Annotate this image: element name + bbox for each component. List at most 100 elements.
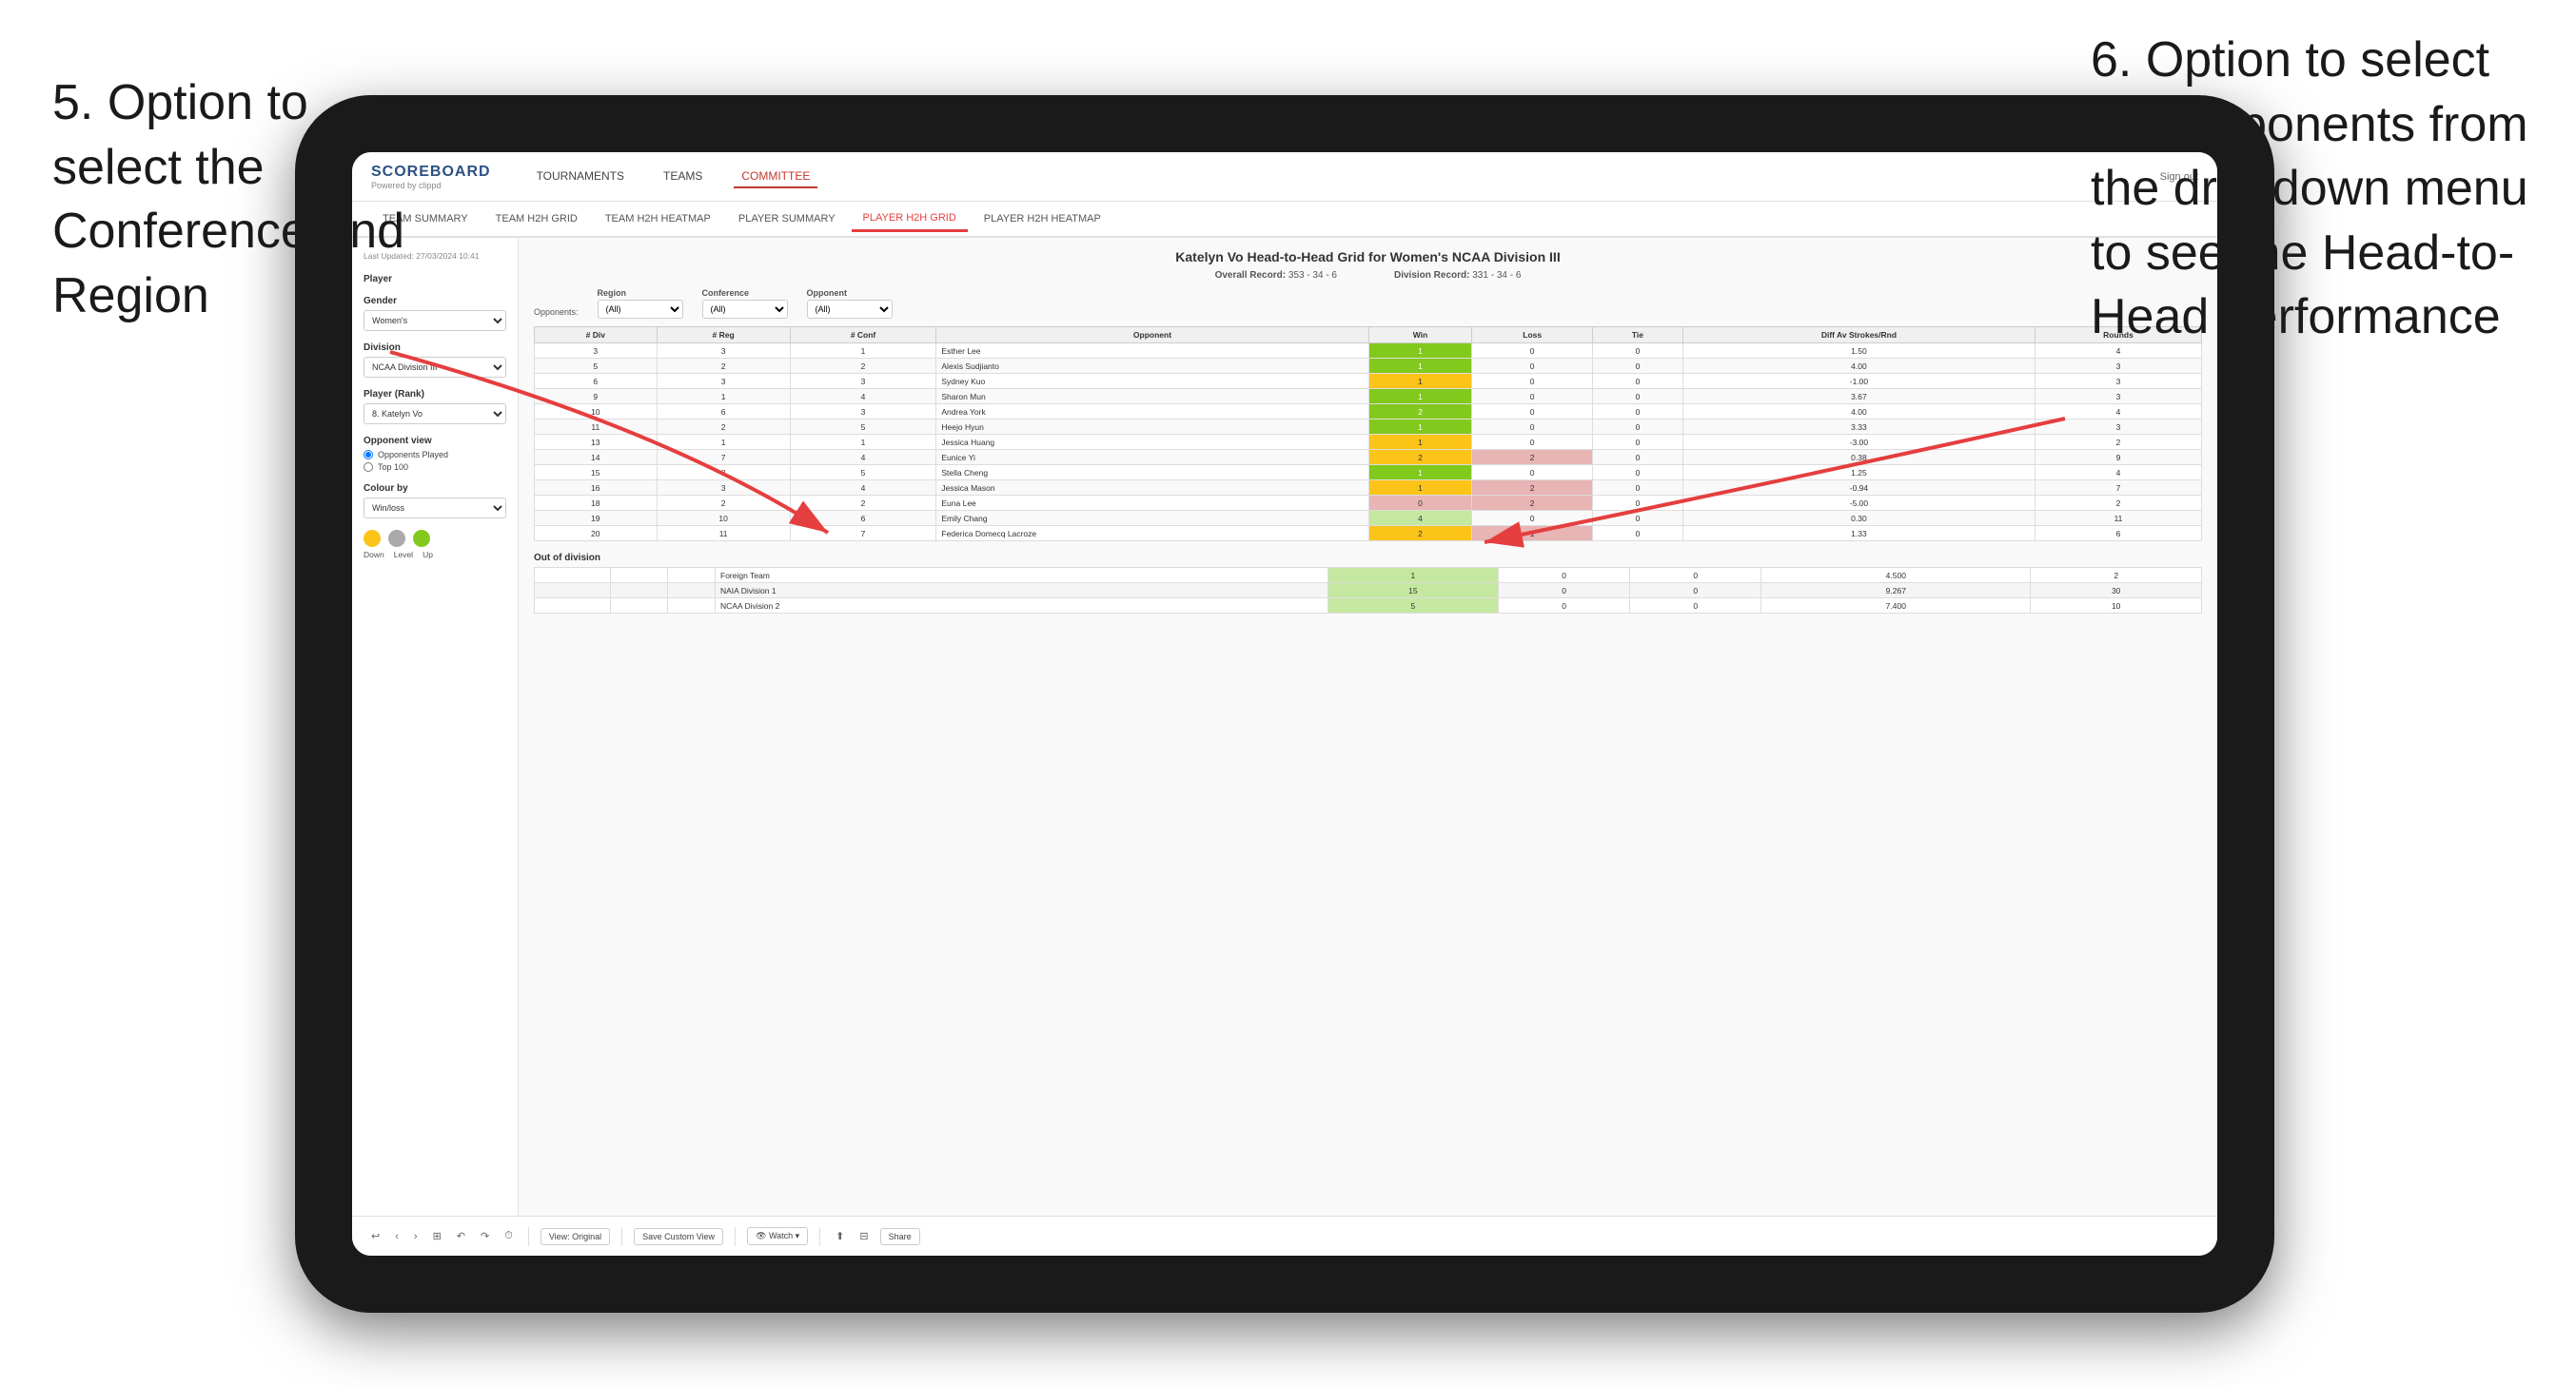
cell-rounds: 11: [2035, 511, 2201, 526]
watch-btn[interactable]: 👁 Watch ▾: [747, 1227, 808, 1245]
annotation-left-text: 5. Option to select the Conference and R…: [52, 75, 404, 323]
cell-conf: 4: [790, 389, 936, 404]
table-row: 18 2 2 Euna Lee 0 2 0 -5.00 2: [535, 496, 2202, 511]
tablet-device: SCOREBOARD Powered by clippd TOURNAMENTS…: [295, 95, 2274, 1313]
cell-diff: -3.00: [1682, 435, 2035, 450]
cell-rounds: 9: [2035, 450, 2201, 465]
subnav-player-h2h-grid[interactable]: PLAYER H2H GRID: [852, 206, 968, 232]
cell-tie: 0: [1592, 496, 1682, 511]
clock-icon[interactable]: ⏱: [501, 1228, 517, 1244]
subnav-player-summary[interactable]: PLAYER SUMMARY: [727, 207, 847, 230]
cell-div: 9: [535, 389, 658, 404]
colour-by-section: Colour by Win/loss: [364, 483, 506, 518]
opponents-played-option[interactable]: Opponents Played: [364, 450, 506, 459]
main-content: Last Updated: 27/03/2024 10:41 Player Ge…: [352, 238, 2217, 1256]
save-custom-view-btn[interactable]: Save Custom View: [634, 1228, 723, 1245]
cell-reg: 1: [657, 435, 790, 450]
cell-loss: 2: [1472, 496, 1593, 511]
subnav-player-h2h-heatmap[interactable]: PLAYER H2H HEATMAP: [973, 207, 1112, 230]
cell-diff: -5.00: [1682, 496, 2035, 511]
grid-icon[interactable]: ⊞: [429, 1228, 445, 1244]
cell-conf: 2: [790, 496, 936, 511]
division-select[interactable]: NCAA Division III: [364, 357, 506, 378]
redo-icon[interactable]: ↷: [477, 1228, 493, 1244]
cell-div: 10: [535, 404, 658, 420]
ood-cell-spacer2: [611, 598, 668, 614]
cell-opponent: Jessica Mason: [936, 480, 1368, 496]
ood-cell-tie: 0: [1630, 583, 1761, 598]
cell-loss: 2: [1472, 480, 1593, 496]
cell-tie: 0: [1592, 374, 1682, 389]
undo-icon[interactable]: ↩: [367, 1228, 383, 1244]
ood-table-row: NCAA Division 2 5 0 0 7.400 10: [535, 598, 2202, 614]
ood-cell-opponent: NAIA Division 1: [716, 583, 1328, 598]
opponent-view-radio-group: Opponents Played Top 100: [364, 450, 506, 472]
view-original-btn[interactable]: View: Original: [541, 1228, 610, 1245]
bottom-toolbar: ↩ ‹ › ⊞ ↶ ↷ ⏱ View: Original Save Custom…: [352, 1216, 2217, 1256]
ood-cell-spacer3: [668, 568, 716, 583]
toolbar-sep2: [621, 1227, 622, 1246]
col-opponent: Opponent: [936, 327, 1368, 343]
conference-filter-select[interactable]: (All): [702, 300, 788, 319]
annotation-right: 6. Option to select the Opponents from t…: [2091, 29, 2547, 350]
cell-win: 1: [1368, 389, 1472, 404]
ood-cell-win: 15: [1327, 583, 1499, 598]
top-100-radio[interactable]: [364, 462, 373, 472]
down-legend-label: Down: [364, 550, 384, 559]
forward-icon[interactable]: ›: [410, 1229, 422, 1244]
overall-record-value: 353 - 34 - 6: [1288, 270, 1337, 281]
cell-rounds: 4: [2035, 404, 2201, 420]
player-rank-label: Player (Rank): [364, 389, 506, 400]
cell-diff: -1.00: [1682, 374, 2035, 389]
col-conf: # Conf: [790, 327, 936, 343]
player-rank-select[interactable]: 8. Katelyn Vo: [364, 403, 506, 424]
cell-diff: 0.38: [1682, 450, 2035, 465]
nav-tournaments[interactable]: TOURNAMENTS: [529, 166, 632, 188]
table-row: 5 2 2 Alexis Sudjianto 1 0 0 4.00 3: [535, 359, 2202, 374]
undo2-icon[interactable]: ↶: [453, 1228, 469, 1244]
right-content: Katelyn Vo Head-to-Head Grid for Women's…: [519, 238, 2217, 1256]
nav-committee[interactable]: COMMITTEE: [734, 166, 817, 188]
grid2-icon[interactable]: ⊟: [855, 1228, 872, 1244]
annotation-left: 5. Option to select the Conference and R…: [52, 71, 414, 328]
opponent-filter-select[interactable]: (All): [807, 300, 893, 319]
share-btn[interactable]: Share: [880, 1228, 920, 1245]
table-row: 14 7 4 Eunice Yi 2 2 0 0.38 9: [535, 450, 2202, 465]
cell-opponent: Federica Domecq Lacroze: [936, 526, 1368, 541]
top-100-option[interactable]: Top 100: [364, 462, 506, 472]
cell-tie: 0: [1592, 389, 1682, 404]
subnav-team-h2h-heatmap[interactable]: TEAM H2H HEATMAP: [594, 207, 722, 230]
tablet-screen: SCOREBOARD Powered by clippd TOURNAMENTS…: [352, 152, 2217, 1256]
cell-win: 4: [1368, 511, 1472, 526]
nav-teams[interactable]: TEAMS: [656, 166, 710, 188]
region-filter-label: Region: [598, 288, 683, 298]
opponents-played-radio[interactable]: [364, 450, 373, 459]
cell-div: 13: [535, 435, 658, 450]
opponents-played-label: Opponents Played: [378, 450, 448, 459]
cell-rounds: 3: [2035, 420, 2201, 435]
cell-win: 1: [1368, 465, 1472, 480]
cell-tie: 0: [1592, 420, 1682, 435]
cell-opponent: Esther Lee: [936, 343, 1368, 359]
region-filter-select[interactable]: (All): [598, 300, 683, 319]
conference-filter-label: Conference: [702, 288, 788, 298]
cell-opponent: Euna Lee: [936, 496, 1368, 511]
opponent-view-label: Opponent view: [364, 436, 506, 446]
cell-reg: 2: [657, 359, 790, 374]
cell-conf: 3: [790, 404, 936, 420]
back-icon[interactable]: ‹: [391, 1229, 403, 1244]
cell-tie: 0: [1592, 404, 1682, 420]
ood-cell-tie: 0: [1630, 568, 1761, 583]
export-icon[interactable]: ⬆: [832, 1228, 848, 1244]
subnav-team-h2h-grid[interactable]: TEAM H2H GRID: [484, 207, 589, 230]
filter-row: Opponents: Region (All) Conference (All): [534, 288, 2202, 319]
table-row: 3 3 1 Esther Lee 1 0 0 1.50 4: [535, 343, 2202, 359]
col-win: Win: [1368, 327, 1472, 343]
ood-cell-spacer: [535, 583, 611, 598]
cell-reg: 3: [657, 343, 790, 359]
cell-loss: 0: [1472, 404, 1593, 420]
cell-diff: 1.50: [1682, 343, 2035, 359]
grid-title-area: Katelyn Vo Head-to-Head Grid for Women's…: [534, 249, 2202, 264]
cell-conf: 1: [790, 343, 936, 359]
colour-by-select[interactable]: Win/loss: [364, 498, 506, 518]
